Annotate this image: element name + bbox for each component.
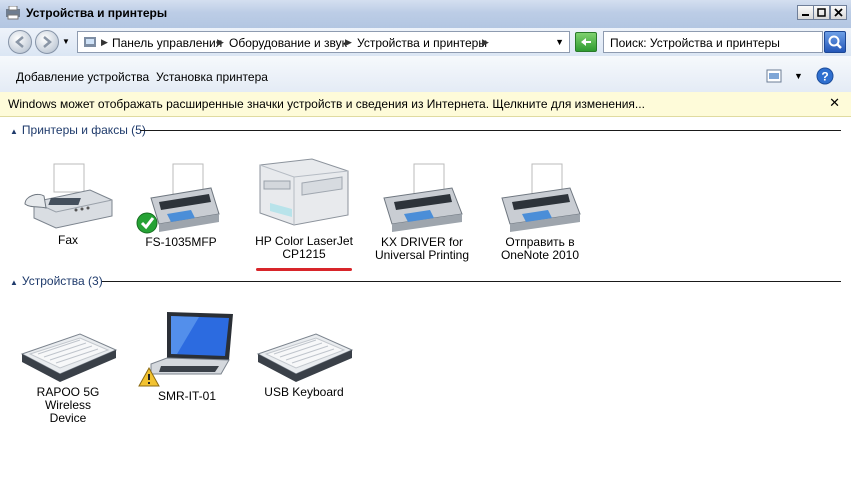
refresh-icon xyxy=(581,38,591,46)
close-button[interactable] xyxy=(830,5,847,20)
address-bar[interactable]: ▶ Панель управления ▶ Оборудование и зву… xyxy=(77,31,570,53)
add-printer-button[interactable]: Установка принтера xyxy=(156,70,268,84)
group-divider xyxy=(140,130,841,131)
printer-icon xyxy=(383,163,463,232)
device-item[interactable]: KX DRIVER for Universal Printing xyxy=(372,162,472,262)
breadcrumb-separator-icon[interactable]: ▶ xyxy=(345,37,352,48)
breadcrumb-control-panel[interactable]: Панель управления xyxy=(112,36,222,50)
device-item[interactable]: SMR-IT-01 xyxy=(137,308,237,403)
device-item[interactable]: Fax xyxy=(18,162,118,247)
refresh-button[interactable] xyxy=(575,32,597,52)
search-button[interactable] xyxy=(824,31,846,53)
printer-icon xyxy=(136,163,220,234)
printers-group-header[interactable]: ▲ Принтеры и факсы (5) xyxy=(10,123,146,137)
window-title: Устройства и принтеры xyxy=(26,6,168,20)
search-input[interactable]: Поиск: Устройства и принтеры xyxy=(603,31,823,53)
device-label: Отправить в OneNote 2010 xyxy=(500,235,580,262)
device-label: HP Color LaserJet CP1215 xyxy=(255,234,353,261)
device-item[interactable]: Отправить в OneNote 2010 xyxy=(490,162,590,262)
breadcrumb-devices-printers[interactable]: Устройства и принтеры xyxy=(357,36,487,50)
help-icon[interactable]: ? xyxy=(816,67,834,85)
minimize-button[interactable] xyxy=(797,5,814,20)
maximize-button[interactable] xyxy=(813,5,830,20)
keyboard-icon xyxy=(20,333,118,382)
keyboard-icon xyxy=(256,333,354,382)
address-dropdown-icon[interactable]: ▼ xyxy=(555,37,564,47)
minimize-icon xyxy=(802,14,809,16)
forward-button[interactable] xyxy=(35,30,59,54)
device-label: RAPOO 5G Wireless Device xyxy=(36,385,100,425)
navigation-bar: ▼ ▶ Панель управления ▶ Оборудование и з… xyxy=(0,28,851,56)
change-view-icon[interactable] xyxy=(766,69,782,83)
laptop-icon xyxy=(138,312,233,387)
collapse-group-icon[interactable]: ▲ xyxy=(10,278,18,287)
devices-group-header[interactable]: ▲ Устройства (3) xyxy=(10,274,103,288)
breadcrumb-separator-icon[interactable]: ▶ xyxy=(482,37,489,48)
device-label: Fax xyxy=(57,233,78,247)
devices-printers-icon xyxy=(6,6,20,20)
breadcrumb-separator-icon[interactable]: ▶ xyxy=(217,37,224,48)
search-icon xyxy=(828,35,842,49)
breadcrumb-hardware-sound[interactable]: Оборудование и звук xyxy=(229,36,347,50)
laser-printer-icon xyxy=(259,158,349,226)
command-bar: Добавление устройства Установка принтера… xyxy=(0,56,851,93)
collapse-group-icon[interactable]: ▲ xyxy=(10,127,18,136)
close-info-bar-icon[interactable]: ✕ xyxy=(829,95,840,111)
device-item[interactable]: USB Keyboard xyxy=(254,320,354,399)
maximize-icon xyxy=(817,8,826,17)
device-label: SMR-IT-01 xyxy=(157,389,216,403)
breadcrumb-separator-icon[interactable]: ▶ xyxy=(101,37,108,48)
add-device-button[interactable]: Добавление устройства xyxy=(16,70,149,84)
arrow-right-icon xyxy=(43,36,52,48)
title-bar: Устройства и принтеры xyxy=(0,0,851,29)
search-placeholder: Поиск: Устройства и принтеры xyxy=(610,36,780,50)
printer-icon xyxy=(501,163,581,232)
device-label: KX DRIVER for Universal Printing xyxy=(374,235,470,262)
devices-group-label: Устройства (3) xyxy=(21,274,103,288)
device-item[interactable]: RAPOO 5G Wireless Device xyxy=(18,320,118,425)
selection-underline xyxy=(256,268,352,271)
device-item[interactable]: HP Color LaserJet CP1215 xyxy=(254,157,354,261)
view-options-dropdown-icon[interactable]: ▼ xyxy=(794,71,803,81)
device-item[interactable]: FS-1035MFP xyxy=(131,162,231,249)
fax-icon xyxy=(24,163,113,229)
printers-group-label: Принтеры и факсы (5) xyxy=(21,123,146,137)
device-label: FS-1035MFP xyxy=(145,235,217,249)
close-icon xyxy=(834,8,843,17)
control-panel-icon xyxy=(84,37,96,47)
back-button[interactable] xyxy=(8,30,32,54)
device-label: USB Keyboard xyxy=(264,385,344,399)
svg-text:?: ? xyxy=(821,70,828,84)
info-bar-message: Windows может отображать расширенные зна… xyxy=(8,97,645,111)
arrow-left-icon xyxy=(15,36,24,48)
recent-pages-dropdown-icon[interactable]: ▼ xyxy=(62,37,70,46)
info-bar[interactable]: Windows может отображать расширенные зна… xyxy=(0,92,851,117)
group-divider xyxy=(102,281,841,282)
